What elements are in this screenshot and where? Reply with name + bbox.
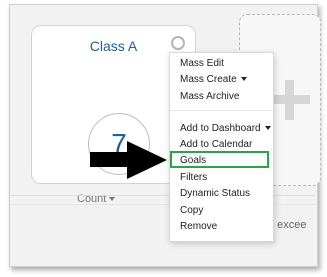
plus-icon[interactable] <box>270 80 310 120</box>
chevron-down-icon <box>109 197 116 202</box>
menu-item-label: Dynamic Status <box>180 188 251 199</box>
chevron-down-icon <box>240 77 247 82</box>
menu-item-remove[interactable]: Remove <box>170 219 273 235</box>
menu-item-filters[interactable]: Filters <box>170 170 273 186</box>
menu-item-label: Mass Edit <box>180 58 224 69</box>
menu-item-add-to-calendar[interactable]: Add to Calendar <box>170 137 273 153</box>
menu-item-copy[interactable]: Copy <box>170 203 273 219</box>
menu-item-label: Goals <box>180 155 207 166</box>
menu-item-label: Filters <box>180 172 208 183</box>
menu-item-add-to-dashboard[interactable]: Add to Dashboard <box>170 121 273 137</box>
menu-item-dynamic-status[interactable]: Dynamic Status <box>170 186 273 202</box>
menu-item-label: Add to Calendar <box>180 139 253 150</box>
chevron-down-icon <box>264 126 271 131</box>
pointer-arrow-icon <box>90 152 128 167</box>
menu-item-mass-edit[interactable]: Mass Edit <box>170 56 273 72</box>
pointer-arrow-head <box>127 141 167 179</box>
menu-item-label: Add to Dashboard <box>180 123 261 134</box>
menu-item-label: Mass Create <box>180 74 237 85</box>
menu-separator <box>170 110 273 111</box>
gear-icon[interactable] <box>171 36 185 50</box>
menu-item-mass-archive[interactable]: Mass Archive <box>170 89 273 105</box>
menu-item-mass-create[interactable]: Mass Create <box>170 72 273 88</box>
menu-item-label: Remove <box>180 221 218 232</box>
background-text: t excee <box>271 219 307 231</box>
context-menu: Mass Edit Mass Create Mass Archive Add t… <box>169 52 274 242</box>
menu-item-goals[interactable]: Goals <box>170 153 273 169</box>
menu-item-label: Copy <box>180 205 204 216</box>
menu-item-label: Mass Archive <box>180 91 240 102</box>
